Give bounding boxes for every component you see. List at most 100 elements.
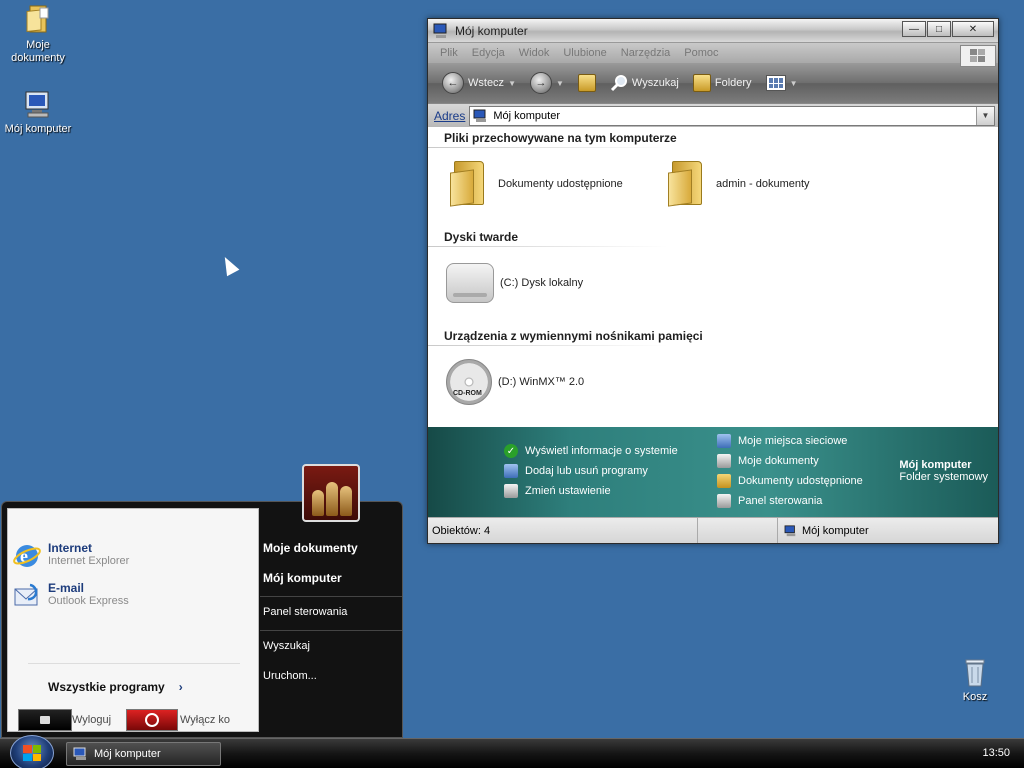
item-label: (C:) Dysk lokalny bbox=[500, 277, 584, 289]
desktop-icon-label: Moje dokumenty bbox=[11, 39, 65, 64]
computer-icon bbox=[473, 109, 487, 122]
desktop-icon-my-computer[interactable]: Mój komputer bbox=[0, 88, 76, 136]
forward-button[interactable]: → ▼ bbox=[526, 70, 568, 96]
start-menu-left-pane: e Internet Internet Explorer E-mail Outl… bbox=[7, 508, 259, 732]
maximize-icon: □ bbox=[935, 23, 943, 35]
up-folder-button[interactable] bbox=[574, 72, 600, 94]
settings-icon bbox=[504, 484, 518, 498]
drive-d[interactable]: CD-ROM (D:) WinMX™ 2.0 bbox=[446, 359, 584, 405]
minimize-icon: — bbox=[909, 23, 919, 35]
menu-help[interactable]: Pomoc bbox=[684, 47, 718, 59]
close-button[interactable]: ✕ bbox=[952, 21, 994, 37]
menu-favorites[interactable]: Ulubione bbox=[563, 47, 606, 59]
details-panel: Mój komputer Folder systemowy bbox=[899, 459, 988, 483]
item-label: admin - dokumenty bbox=[716, 178, 810, 190]
check-icon: ✓ bbox=[504, 444, 518, 458]
windows-logo-icon bbox=[23, 745, 41, 761]
menu-file[interactable]: Plik bbox=[440, 47, 458, 59]
menu-tools[interactable]: Narzędzia bbox=[621, 47, 671, 59]
link-control-panel[interactable]: Panel sterowania bbox=[717, 494, 822, 508]
address-dropdown-button[interactable]: ▼ bbox=[976, 106, 994, 125]
shutdown-button[interactable] bbox=[126, 709, 178, 731]
start-my-computer[interactable]: Mój komputer bbox=[263, 571, 342, 585]
menu-view[interactable]: Widok bbox=[519, 47, 550, 59]
desktop-icon-label: Kosz bbox=[962, 691, 988, 703]
task-change-setting[interactable]: Zmień ustawienie bbox=[504, 484, 611, 498]
desktop-icon-label: Mój komputer bbox=[4, 123, 72, 135]
folders-button[interactable]: Foldery bbox=[689, 72, 756, 94]
search-label: Wyszukaj bbox=[631, 77, 679, 89]
folders-icon bbox=[692, 74, 711, 92]
taskbar-button-my-computer[interactable]: Mój komputer bbox=[66, 742, 221, 766]
logoff-label: Wyloguj bbox=[72, 714, 112, 726]
link-my-documents[interactable]: Moje dokumenty bbox=[717, 454, 819, 468]
address-input[interactable]: Mój komputer ▼ bbox=[469, 105, 995, 126]
address-label: Adres bbox=[434, 108, 466, 123]
search-icon bbox=[610, 75, 627, 92]
back-button[interactable]: ← Wstecz ▼ bbox=[438, 70, 520, 96]
start-button[interactable] bbox=[10, 735, 54, 768]
details-type: Folder systemowy bbox=[899, 471, 988, 483]
clock[interactable]: 13:50 bbox=[982, 747, 1010, 759]
item-label: (D:) WinMX™ 2.0 bbox=[498, 376, 585, 388]
chevron-right-icon: › bbox=[178, 680, 183, 694]
close-icon: ✕ bbox=[968, 23, 978, 35]
user-avatar[interactable] bbox=[302, 464, 360, 522]
window-titlebar[interactable]: Mój komputer — □ ✕ bbox=[428, 19, 998, 43]
chevron-down-icon: ▼ bbox=[555, 78, 564, 88]
folder-icon bbox=[666, 161, 710, 207]
lock-button[interactable] bbox=[18, 709, 72, 731]
internet-explorer-icon: e bbox=[13, 545, 41, 567]
item-label: Dokumenty udostępnione bbox=[498, 178, 623, 190]
folder-admin-documents[interactable]: admin - dokumenty bbox=[666, 161, 810, 207]
menu-edit[interactable]: Edycja bbox=[472, 47, 505, 59]
task-pane: ✓ Wyświetl informacje o systemie Dodaj l… bbox=[428, 427, 998, 517]
chevron-down-icon: ▼ bbox=[789, 78, 798, 88]
back-label: Wstecz bbox=[468, 77, 505, 89]
link-network-places[interactable]: Moje miejsca sieciowe bbox=[717, 434, 847, 448]
chevron-down-icon: ▼ bbox=[508, 78, 516, 88]
group-heading: Dyski twarde bbox=[444, 230, 519, 244]
status-object-count: Obiektów: 4 bbox=[432, 524, 491, 537]
task-add-remove-programs[interactable]: Dodaj lub usuń programy bbox=[504, 464, 648, 478]
start-control-panel[interactable]: Panel sterowania bbox=[263, 606, 347, 618]
task-label: Moje dokumenty bbox=[738, 455, 819, 467]
task-label: Dodaj lub usuń programy bbox=[525, 465, 648, 477]
task-label: Dokumenty udostępnione bbox=[738, 475, 863, 487]
back-arrow-icon: ← bbox=[442, 72, 464, 94]
drive-c[interactable]: (C:) Dysk lokalny bbox=[446, 263, 583, 303]
pinned-email[interactable]: E-mail Outlook Express bbox=[12, 581, 129, 611]
views-button[interactable]: ▼ bbox=[762, 73, 802, 93]
separator bbox=[28, 663, 240, 664]
pinned-internet[interactable]: e Internet Internet Explorer bbox=[12, 541, 129, 571]
maximize-button[interactable]: □ bbox=[927, 21, 951, 37]
search-button[interactable]: Wyszukaj bbox=[606, 72, 683, 94]
desktop-icon-my-documents[interactable]: Moje dokumenty bbox=[0, 4, 76, 65]
folder-icon bbox=[26, 5, 49, 33]
control-panel-icon bbox=[717, 494, 731, 508]
start-search[interactable]: Wyszukaj bbox=[263, 640, 310, 652]
lock-icon bbox=[40, 716, 50, 724]
minimize-button[interactable]: — bbox=[902, 21, 926, 37]
start-run[interactable]: Uruchom... bbox=[263, 670, 317, 682]
all-programs-button[interactable]: Wszystkie programy › bbox=[48, 680, 183, 694]
toolbar: ← Wstecz ▼ → ▼ Wyszukaj Foldery ▼ bbox=[428, 63, 998, 103]
desktop-icon-recycle-bin[interactable]: Kosz bbox=[937, 656, 1013, 704]
link-shared-documents[interactable]: Dokumenty udostępnione bbox=[717, 474, 863, 488]
folder-shared-documents[interactable]: Dokumenty udostępnione bbox=[448, 161, 623, 207]
computer-icon bbox=[784, 524, 796, 536]
cd-rom-icon: CD-ROM bbox=[446, 359, 492, 405]
start-my-documents[interactable]: Moje dokumenty bbox=[263, 541, 358, 555]
task-label: Moje miejsca sieciowe bbox=[738, 435, 848, 447]
separator bbox=[260, 596, 402, 597]
taskbar: Mój komputer 13:50 bbox=[0, 735, 1024, 768]
menu-bar: Plik Edycja Widok Ulubione Narzędzia Pom… bbox=[428, 43, 998, 67]
hard-drive-icon bbox=[446, 263, 494, 303]
window-title: Mój komputer bbox=[455, 24, 528, 38]
programs-icon bbox=[504, 464, 518, 478]
all-programs-label: Wszystkie programy bbox=[48, 680, 165, 694]
task-system-info[interactable]: ✓ Wyświetl informacje o systemie bbox=[504, 444, 678, 458]
computer-icon bbox=[25, 91, 49, 118]
mouse-cursor bbox=[218, 253, 240, 277]
address-bar: Adres Mój komputer ▼ bbox=[428, 103, 998, 127]
